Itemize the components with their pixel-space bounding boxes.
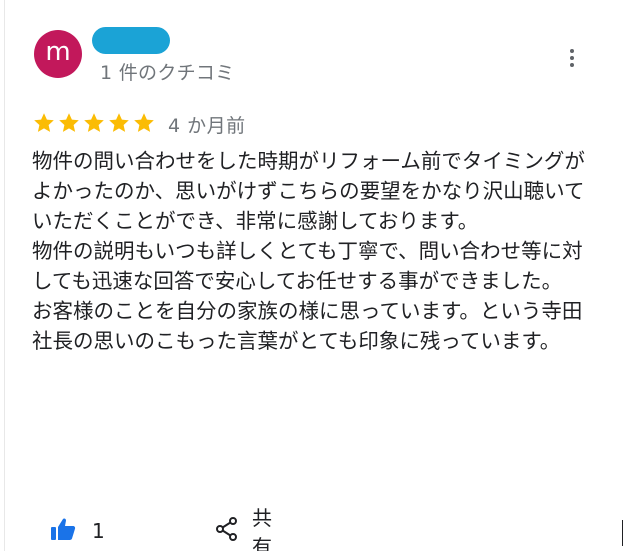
card-left-border xyxy=(4,0,5,551)
reviewer-name-redacted[interactable] xyxy=(92,27,170,54)
review-card: m 1 件のクチコミ 4 か月前 物件の問い合わせをした時期がリフォーム前でタイ… xyxy=(0,0,626,551)
review-time: 4 か月前 xyxy=(168,115,246,137)
star-icon xyxy=(57,111,81,135)
share-label: 共有 xyxy=(252,506,272,551)
more-options-button[interactable] xyxy=(562,44,582,70)
thumbs-up-icon xyxy=(50,517,76,545)
text-cursor xyxy=(622,520,623,546)
like-count: 1 xyxy=(92,519,105,543)
star-icon xyxy=(107,111,131,135)
share-button[interactable]: 共有 xyxy=(216,506,272,551)
avatar-letter: m xyxy=(45,37,71,67)
star-icon xyxy=(32,111,56,135)
reviewer-review-count: 1 件のクチコミ xyxy=(100,62,235,84)
like-button[interactable]: 1 xyxy=(50,514,105,548)
avatar[interactable]: m xyxy=(34,30,82,78)
share-icon xyxy=(216,517,238,545)
star-rating xyxy=(32,108,157,138)
review-text: 物件の問い合わせをした時期がリフォーム前でタイミングがよかったのか、思いがけずこ… xyxy=(32,149,585,353)
star-icon xyxy=(82,111,106,135)
star-icon xyxy=(132,111,156,135)
